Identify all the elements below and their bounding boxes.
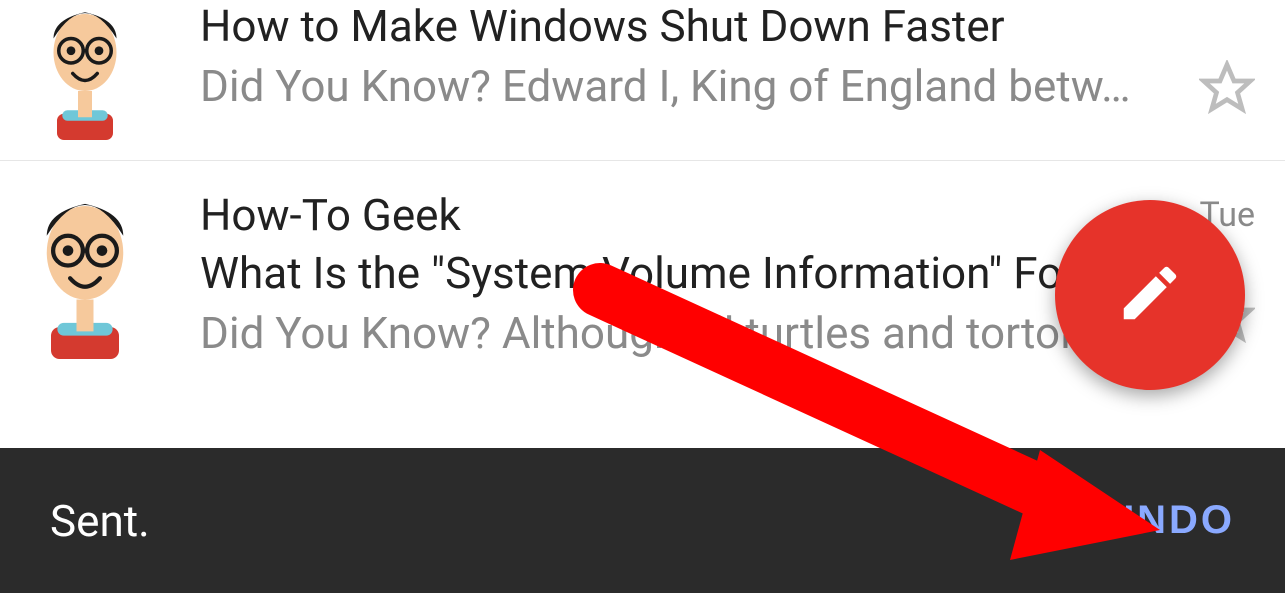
email-preview: Did You Know? Edward I, King of England … — [200, 60, 1145, 112]
email-preview: Did You Know? Although all turtles and t… — [200, 307, 1145, 359]
snackbar-message: Sent. — [50, 495, 150, 547]
email-sender: How-To Geek — [200, 189, 1145, 241]
email-content: How to Make Windows Shut Down Faster Did… — [200, 0, 1145, 112]
compose-button[interactable] — [1055, 200, 1245, 390]
snackbar: Sent. UNDO — [0, 448, 1285, 593]
email-item[interactable]: How to Make Windows Shut Down Faster Did… — [0, 0, 1285, 161]
email-content: How-To Geek What Is the "System Volume I… — [200, 189, 1145, 359]
pencil-icon — [1115, 258, 1185, 332]
star-icon[interactable] — [1199, 60, 1255, 120]
email-subject: How to Make Windows Shut Down Faster — [200, 0, 1145, 52]
email-subject: What Is the "System Volume Information" … — [200, 247, 1145, 299]
avatar — [30, 0, 140, 140]
avatar — [30, 189, 140, 359]
email-meta — [1145, 0, 1255, 120]
undo-button[interactable]: UNDO — [1105, 498, 1235, 543]
